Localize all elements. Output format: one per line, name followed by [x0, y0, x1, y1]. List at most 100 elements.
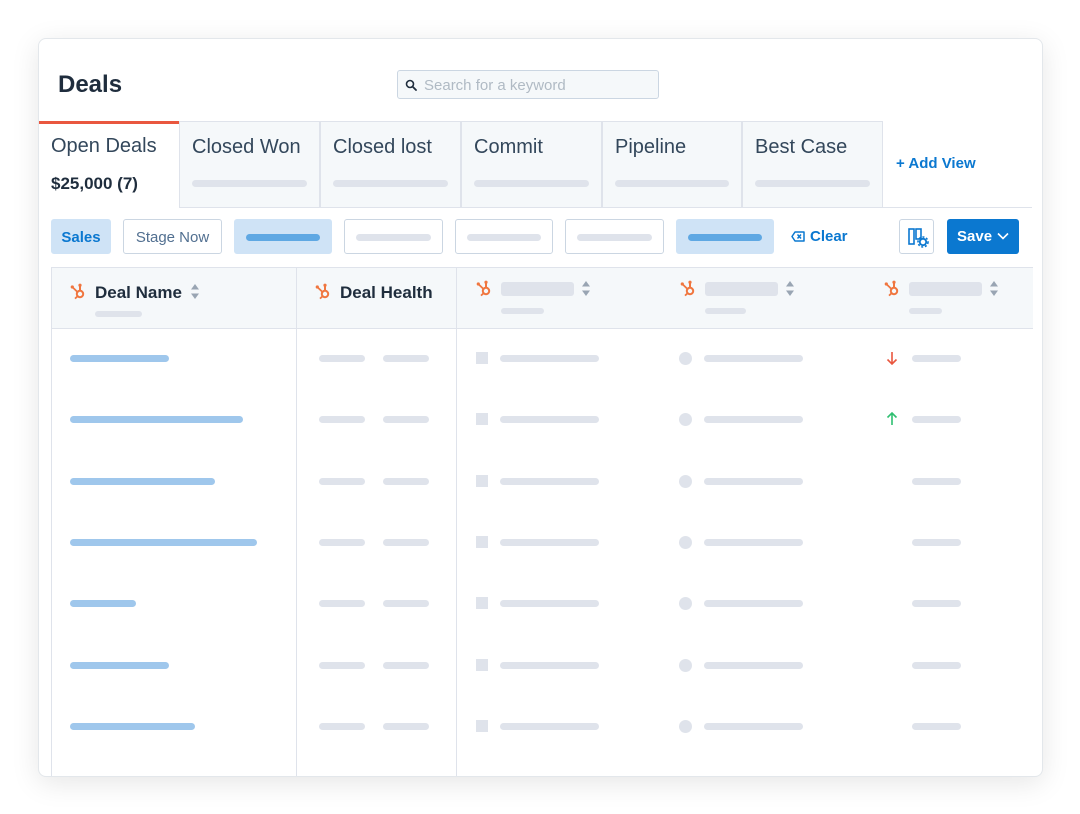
- cell-placeholder: [383, 477, 429, 485]
- cell-placeholder: [912, 722, 961, 730]
- cell-placeholder: [319, 477, 365, 485]
- square-marker: [476, 535, 488, 548]
- deal-name-link[interactable]: [70, 538, 257, 546]
- table-row[interactable]: [52, 451, 1033, 512]
- deal-name-link[interactable]: [70, 416, 243, 424]
- tab-closed-lost[interactable]: Closed lost: [320, 121, 461, 207]
- chevron-down-icon: [997, 232, 1009, 240]
- cell-placeholder: [383, 416, 429, 424]
- hubspot-sprocket-icon: [884, 280, 899, 297]
- tab-label: Closed lost: [333, 136, 432, 158]
- tab-placeholder: [615, 180, 729, 187]
- deal-name-link[interactable]: [70, 355, 169, 362]
- column-header-deal-name[interactable]: Deal Name: [52, 268, 296, 328]
- cell-placeholder: [319, 416, 365, 424]
- column-header-deal-health[interactable]: Deal Health: [297, 268, 457, 328]
- cell-placeholder: [704, 477, 803, 485]
- hubspot-sprocket-icon: [70, 283, 85, 300]
- cell-placeholder: [500, 416, 599, 424]
- search-icon: [405, 79, 417, 91]
- deal-name-link[interactable]: [70, 661, 169, 669]
- column-label: Deal Health: [340, 283, 433, 302]
- tab-closed-won[interactable]: Closed Won: [179, 121, 320, 207]
- tab-label: Closed Won: [192, 136, 301, 158]
- sort-icon[interactable]: [582, 281, 590, 296]
- filter-stage-button[interactable]: Stage Now: [123, 219, 222, 254]
- deals-card: Deals Open Deals $25,000 (7) Closed Won …: [38, 38, 1043, 777]
- tab-best-case[interactable]: Best Case: [742, 121, 883, 207]
- cell-placeholder: [500, 477, 599, 485]
- view-tabs: Open Deals $25,000 (7) Closed Won Closed…: [39, 121, 1032, 208]
- filter-sales-button[interactable]: Sales: [51, 219, 111, 254]
- cell-placeholder: [319, 661, 365, 669]
- sort-icon[interactable]: [990, 281, 998, 296]
- column-label-placeholder: [705, 282, 778, 296]
- column-sub-placeholder: [501, 308, 544, 314]
- deal-name-link[interactable]: [70, 600, 136, 608]
- cell-placeholder: [704, 355, 803, 362]
- cell-placeholder: [383, 538, 429, 546]
- cell-placeholder: [912, 355, 961, 362]
- table-row[interactable]: [52, 389, 1033, 450]
- page-title: Deals: [58, 71, 123, 98]
- filter-button[interactable]: [234, 219, 332, 254]
- tab-label: Best Case: [755, 136, 848, 158]
- filter-button[interactable]: [344, 219, 443, 254]
- arrow-down-icon: [886, 352, 898, 365]
- cell-placeholder: [319, 600, 365, 608]
- cell-placeholder: [912, 416, 961, 424]
- tab-placeholder: [333, 180, 448, 187]
- filter-button[interactable]: [676, 219, 774, 254]
- sort-icon[interactable]: [786, 281, 794, 296]
- status-dot: [679, 413, 692, 427]
- column-header[interactable]: [866, 268, 1033, 328]
- deals-table: Deal Name Deal Health: [51, 267, 1033, 776]
- cell-placeholder: [319, 355, 365, 362]
- search-box[interactable]: [397, 70, 659, 99]
- table-row[interactable]: [52, 573, 1033, 634]
- status-dot: [679, 597, 692, 611]
- status-dot: [679, 658, 692, 672]
- filter-placeholder: [246, 234, 320, 241]
- add-view-link[interactable]: + Add View: [896, 155, 976, 172]
- table-row[interactable]: [52, 512, 1033, 573]
- hubspot-sprocket-icon: [315, 283, 330, 300]
- tab-open-deals[interactable]: Open Deals $25,000 (7): [39, 121, 179, 208]
- tab-label: Open Deals: [51, 135, 157, 157]
- table-row[interactable]: [52, 696, 1033, 757]
- filter-button[interactable]: [455, 219, 553, 254]
- table-header: Deal Name Deal Health: [52, 268, 1033, 329]
- table-row[interactable]: [52, 328, 1033, 389]
- column-header[interactable]: [662, 268, 866, 328]
- arrow-up-icon: [886, 412, 898, 426]
- tab-commit[interactable]: Commit: [461, 121, 602, 207]
- sort-icon[interactable]: [191, 284, 199, 299]
- deal-name-link[interactable]: [70, 722, 195, 730]
- column-sub-placeholder: [909, 308, 942, 314]
- search-input[interactable]: [424, 74, 649, 96]
- tab-placeholder: [755, 180, 870, 187]
- column-label-placeholder: [501, 282, 574, 296]
- filter-button[interactable]: [565, 219, 664, 254]
- clear-filters-button[interactable]: Clear: [791, 228, 848, 245]
- status-dot: [679, 474, 692, 488]
- deal-name-link[interactable]: [70, 477, 215, 485]
- cell-placeholder: [319, 722, 365, 730]
- cell-placeholder: [912, 661, 961, 669]
- cell-placeholder: [704, 416, 803, 424]
- filter-placeholder: [577, 234, 652, 241]
- filter-placeholder: [356, 234, 431, 241]
- save-button[interactable]: Save: [947, 219, 1019, 254]
- cell-placeholder: [704, 722, 803, 730]
- cell-placeholder: [704, 538, 803, 546]
- tab-pipeline[interactable]: Pipeline: [602, 121, 742, 207]
- table-row[interactable]: [52, 635, 1033, 696]
- cell-placeholder: [500, 600, 599, 608]
- column-header[interactable]: [458, 268, 662, 328]
- column-settings-button[interactable]: [899, 219, 934, 254]
- square-marker: [476, 597, 488, 610]
- cell-placeholder: [500, 355, 599, 362]
- cell-placeholder: [500, 538, 599, 546]
- square-marker: [476, 413, 488, 426]
- cell-placeholder: [319, 538, 365, 546]
